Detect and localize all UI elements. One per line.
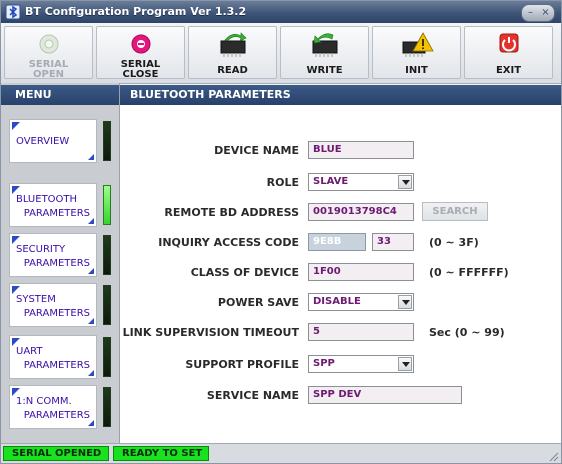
chip-warning-icon bbox=[402, 32, 434, 57]
link-supervision-timeout-label: LINK SUPERVISION TIMEOUT bbox=[122, 326, 299, 339]
sidebar-item-sublabel: PARAMETERS bbox=[23, 258, 90, 269]
link-supervision-timeout-field[interactable]: 5 bbox=[308, 323, 414, 341]
exit-label: EXIT bbox=[495, 65, 522, 76]
status-led bbox=[103, 235, 111, 275]
service-name-label: SERVICE NAME bbox=[206, 389, 299, 402]
title-bar: BT Configuration Program Ver 1.3.2 – × bbox=[1, 1, 561, 23]
menu-title: MENU bbox=[1, 85, 119, 105]
class-of-device-label: CLASS OF DEVICE bbox=[190, 266, 299, 279]
sidebar-item-label: SYSTEM bbox=[16, 294, 56, 305]
support-profile-select[interactable]: SPP bbox=[308, 355, 414, 373]
close-button[interactable]: × bbox=[539, 6, 552, 19]
disconnect-icon bbox=[131, 34, 150, 54]
read-label: READ bbox=[217, 65, 248, 76]
sidebar-item-uart-parameters[interactable]: UART PARAMETERS bbox=[9, 335, 113, 379]
minimize-button[interactable]: – bbox=[524, 6, 537, 19]
sidebar-item-label: UART bbox=[16, 346, 43, 357]
inquiry-access-code-field[interactable]: 33 bbox=[372, 233, 414, 251]
remote-bd-address-label: REMOTE BD ADDRESS bbox=[164, 206, 299, 219]
window-controls: – × bbox=[521, 4, 555, 22]
resize-grip-icon[interactable] bbox=[547, 450, 559, 462]
sidebar-item-label: OVERVIEW bbox=[16, 136, 70, 147]
link-supervision-timeout-range: Sec (0 ~ 99) bbox=[429, 326, 505, 339]
role-select[interactable]: SLAVE bbox=[308, 173, 414, 191]
sidebar-item-overview[interactable]: OVERVIEW bbox=[9, 119, 113, 163]
sidebar-item-label: BLUETOOTH bbox=[16, 194, 78, 205]
support-profile-label: SUPPORT PROFILE bbox=[185, 358, 299, 371]
role-selected-value: SLAVE bbox=[313, 176, 349, 187]
status-led bbox=[103, 121, 111, 161]
sidebar-item-sublabel: PARAMETERS bbox=[23, 208, 90, 219]
read-button[interactable]: READ bbox=[188, 26, 277, 79]
init-button[interactable]: INIT bbox=[372, 26, 461, 79]
write-label: WRITE bbox=[306, 65, 343, 76]
sidebar-item-bluetooth-parameters[interactable]: BLUETOOTH PARAMETERS bbox=[9, 183, 113, 227]
inquiry-access-code-label: INQUIRY ACCESS CODE bbox=[158, 236, 299, 249]
sidebar-item-label: 1:N COMM. bbox=[16, 396, 72, 407]
serial-status-badge: SERIAL OPENED bbox=[3, 446, 109, 461]
role-label: ROLE bbox=[266, 176, 299, 189]
bluetooth-parameters-panel: DEVICE NAME BLUE ROLE SLAVE REMOTE BD AD… bbox=[120, 105, 561, 443]
sidebar-item-1n-comm-parameters[interactable]: 1:N COMM. PARAMETERS bbox=[9, 385, 113, 429]
serial-open-label-2: OPEN bbox=[32, 69, 65, 80]
ready-status-badge: READY TO SET bbox=[113, 446, 209, 461]
serial-close-label-2: CLOSE bbox=[122, 69, 159, 80]
search-button[interactable]: SEARCH bbox=[422, 202, 488, 221]
chevron-down-icon[interactable] bbox=[398, 175, 412, 189]
status-led bbox=[103, 337, 111, 377]
plug-icon bbox=[39, 34, 58, 54]
power-save-select[interactable]: DISABLE bbox=[308, 293, 414, 311]
support-profile-selected-value: SPP bbox=[313, 358, 335, 369]
class-of-device-range: (0 ~ FFFFFF) bbox=[429, 266, 509, 279]
inquiry-access-code-range: (0 ~ 3F) bbox=[429, 236, 479, 249]
sidebar-item-sublabel: PARAMETERS bbox=[23, 410, 90, 421]
device-name-label: DEVICE NAME bbox=[214, 144, 299, 157]
sidebar-menu: MENU OVERVIEW BLUETOOTH PARAMETERS SECUR… bbox=[1, 83, 120, 443]
status-led-active bbox=[103, 185, 111, 225]
device-name-field[interactable]: BLUE bbox=[308, 141, 414, 159]
service-name-field[interactable]: SPP DEV bbox=[308, 386, 462, 404]
panel-title: BLUETOOTH PARAMETERS bbox=[120, 85, 561, 105]
power-icon bbox=[499, 33, 518, 53]
power-save-selected-value: DISABLE bbox=[313, 296, 361, 307]
app-window: BT Configuration Program Ver 1.3.2 – × S… bbox=[0, 0, 562, 464]
power-save-label: POWER SAVE bbox=[217, 296, 299, 309]
exit-button[interactable]: EXIT bbox=[464, 26, 553, 79]
chip-write-icon bbox=[312, 33, 337, 57]
sidebar-item-system-parameters[interactable]: SYSTEM PARAMETERS bbox=[9, 283, 113, 327]
inquiry-access-code-prefix: 9E8B bbox=[308, 233, 366, 251]
init-label: INIT bbox=[405, 65, 428, 76]
status-led bbox=[103, 285, 111, 325]
write-button[interactable]: WRITE bbox=[280, 26, 369, 79]
chip-read-icon bbox=[220, 32, 247, 57]
serial-close-button[interactable]: SERIAL CLOSE bbox=[96, 26, 185, 80]
chevron-down-icon[interactable] bbox=[398, 357, 412, 371]
serial-open-button[interactable]: SERIAL OPEN bbox=[4, 26, 93, 80]
chevron-down-icon[interactable] bbox=[398, 295, 412, 309]
sidebar-item-label: SECURITY bbox=[16, 244, 66, 255]
class-of-device-field[interactable]: 1F00 bbox=[308, 263, 414, 281]
toolbar: SERIAL OPEN SERIAL CLOSE READ WRITE INIT… bbox=[1, 23, 561, 84]
remote-bd-address-field[interactable]: 0019013798C4 bbox=[308, 203, 414, 221]
status-bar: SERIAL OPENED READY TO SET bbox=[1, 443, 561, 463]
window-title: BT Configuration Program Ver 1.3.2 bbox=[25, 5, 247, 18]
sidebar-item-sublabel: PARAMETERS bbox=[23, 360, 90, 371]
sidebar-item-sublabel: PARAMETERS bbox=[23, 308, 90, 319]
status-led bbox=[103, 387, 111, 427]
bluetooth-app-icon bbox=[5, 4, 21, 20]
sidebar-item-security-parameters[interactable]: SECURITY PARAMETERS bbox=[9, 233, 113, 277]
